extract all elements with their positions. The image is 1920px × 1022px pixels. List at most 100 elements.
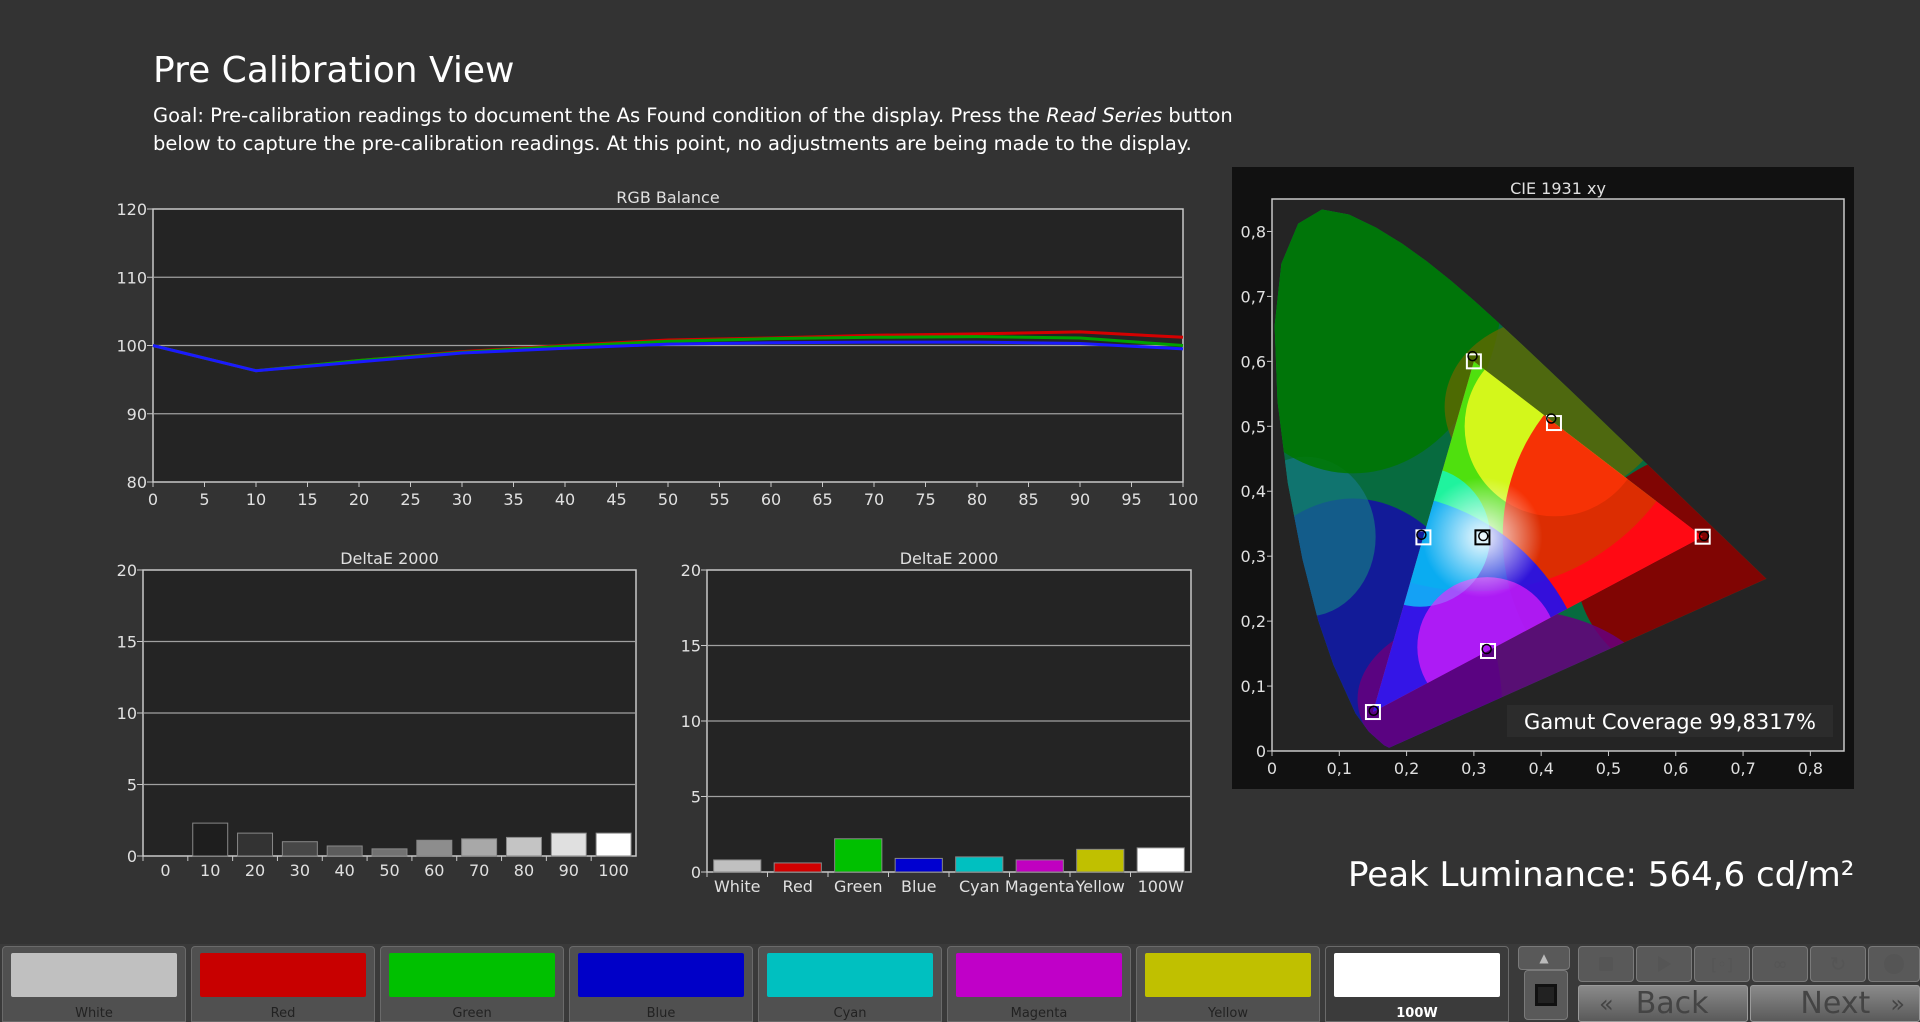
y-tick-label: 0	[691, 863, 701, 882]
swatch-label: Yellow	[1207, 1006, 1249, 1021]
x-tick-label: Cyan	[959, 877, 1000, 896]
x-tick-label: 90	[1070, 490, 1090, 509]
double-chevron-right-icon: »	[1890, 989, 1905, 1018]
x-tick-label: 90	[559, 861, 579, 880]
bar-20	[237, 832, 274, 857]
x-tick-label: 100W	[1138, 877, 1185, 896]
stop-icon	[1599, 957, 1613, 971]
y-tick-label: 0,1	[1241, 677, 1266, 696]
tri-white-glow	[1422, 477, 1543, 598]
stop-button[interactable]	[1578, 946, 1634, 982]
play-button[interactable]	[1636, 946, 1692, 982]
continuous-button[interactable]: ∞	[1752, 946, 1808, 982]
y-tick-label: 15	[117, 633, 137, 652]
options-button[interactable]	[1868, 946, 1920, 982]
x-tick-label: 15	[297, 490, 317, 509]
y-tick-label: 20	[681, 561, 701, 580]
bar-90	[550, 832, 587, 857]
y-tick-label: 0,2	[1241, 612, 1266, 631]
y-tick-label: 5	[127, 776, 137, 795]
swatch-label: Magenta	[1010, 1006, 1068, 1021]
bar-100	[595, 832, 632, 857]
x-tick-label: 5	[199, 490, 209, 509]
x-tick-label: 0,3	[1461, 759, 1486, 778]
cie-1931-chart: CIE 1931 xy 0 0,1 0,2 0,3 0,4 0,5 0,6 0,7 0,8 0 0,1…	[1232, 167, 1854, 789]
swatch-color	[767, 953, 933, 997]
next-button[interactable]: Next »	[1750, 985, 1920, 1022]
swatch-yellow[interactable]: Yellow	[1136, 946, 1320, 1022]
swatch-label: White	[75, 1006, 113, 1021]
bar-80	[505, 836, 542, 857]
y-tick-label: 20	[117, 561, 137, 580]
swatch-color	[1334, 953, 1500, 997]
chart-title: RGB Balance	[616, 188, 719, 207]
chart-title: DeltaE 2000	[900, 549, 999, 568]
bar-50	[371, 848, 408, 857]
x-tick-label: 65	[812, 490, 832, 509]
y-tick-label: 0	[127, 847, 137, 866]
swatch-cyan[interactable]: Cyan	[758, 946, 942, 1022]
back-button[interactable]: « Back	[1578, 985, 1748, 1022]
y-tick-label: 5	[691, 788, 701, 807]
swatch-blue[interactable]: Blue	[569, 946, 753, 1022]
deltae-grayscale-chart: DeltaE 2000 0 5 10 15 20 0 10 20 30 40 50 60 70 80 90 10…	[117, 549, 637, 880]
circle-icon	[1884, 954, 1904, 974]
y-tick-label: 10	[681, 712, 701, 731]
swatch-label: Cyan	[833, 1006, 867, 1021]
infinity-icon: ∞	[1772, 953, 1788, 975]
y-tick-label: 0,7	[1241, 287, 1266, 306]
x-tick-label: Green	[834, 877, 882, 896]
bar-Yellow	[1076, 848, 1125, 873]
bar-60	[416, 839, 453, 857]
swatch-color	[11, 953, 177, 997]
x-tick-label: 0	[148, 490, 158, 509]
x-tick-label: Blue	[901, 877, 936, 896]
x-tick-label: 30	[290, 861, 310, 880]
y-tick-label: 10	[117, 704, 137, 723]
chart-title: CIE 1931 xy	[1510, 179, 1606, 198]
refresh-icon: ↻	[1829, 952, 1847, 976]
refresh-button[interactable]: ↻	[1810, 946, 1866, 982]
y-tick-label: 80	[127, 473, 147, 492]
x-tick-label: 80	[514, 861, 534, 880]
x-tick-label: 20	[245, 861, 265, 880]
y-tick-label: 0	[1256, 742, 1266, 761]
y-tick-label: 0,8	[1241, 222, 1266, 241]
x-tick-label: 70	[864, 490, 884, 509]
x-tick-label: 20	[349, 490, 369, 509]
bar-White	[713, 859, 762, 873]
x-tick-label: 40	[335, 861, 355, 880]
bar-Green	[834, 838, 883, 873]
x-tick-label: 95	[1121, 490, 1141, 509]
x-tick-label: 0	[1267, 759, 1277, 778]
y-tick-label: 100	[116, 337, 147, 356]
x-tick-label: 35	[503, 490, 523, 509]
x-tick-label: 0,7	[1730, 759, 1755, 778]
x-tick-label: 0,8	[1798, 759, 1823, 778]
x-tick-label: Magenta	[1005, 877, 1075, 896]
x-tick-label: 55	[709, 490, 729, 509]
swatch-green[interactable]: Green	[380, 946, 564, 1022]
swatch-label: Red	[270, 1006, 296, 1021]
double-chevron-left-icon: «	[1599, 989, 1614, 1018]
chart-title: DeltaE 2000	[340, 549, 439, 568]
scroll-up-button[interactable]: ▲	[1518, 946, 1570, 970]
x-tick-label: 45	[606, 490, 626, 509]
y-tick-label: 0,4	[1241, 482, 1266, 501]
rgb-balance-chart: RGB Balance 80 90 100 110 120 0 5 10 15 20 25 30 35 40…	[116, 188, 1198, 509]
swatch-color	[956, 953, 1122, 997]
x-tick-label: 0,2	[1394, 759, 1419, 778]
swatch-100w[interactable]: 100W	[1325, 946, 1509, 1022]
next-label: Next	[1800, 986, 1871, 1021]
read-series-button[interactable]	[1524, 970, 1568, 1020]
x-tick-label: 100	[1168, 490, 1199, 509]
swatch-red[interactable]: Red	[191, 946, 375, 1022]
y-tick-label: 90	[127, 405, 147, 424]
swatch-label: Green	[452, 1006, 492, 1021]
peak-luminance: Peak Luminance: 564,6 cd/m²	[1348, 855, 1855, 895]
step-icon: [◦]	[1711, 954, 1733, 974]
swatch-white[interactable]: White	[2, 946, 186, 1022]
step-button[interactable]: [◦]	[1694, 946, 1750, 982]
swatch-magenta[interactable]: Magenta	[947, 946, 1131, 1022]
x-tick-label: Red	[783, 877, 813, 896]
